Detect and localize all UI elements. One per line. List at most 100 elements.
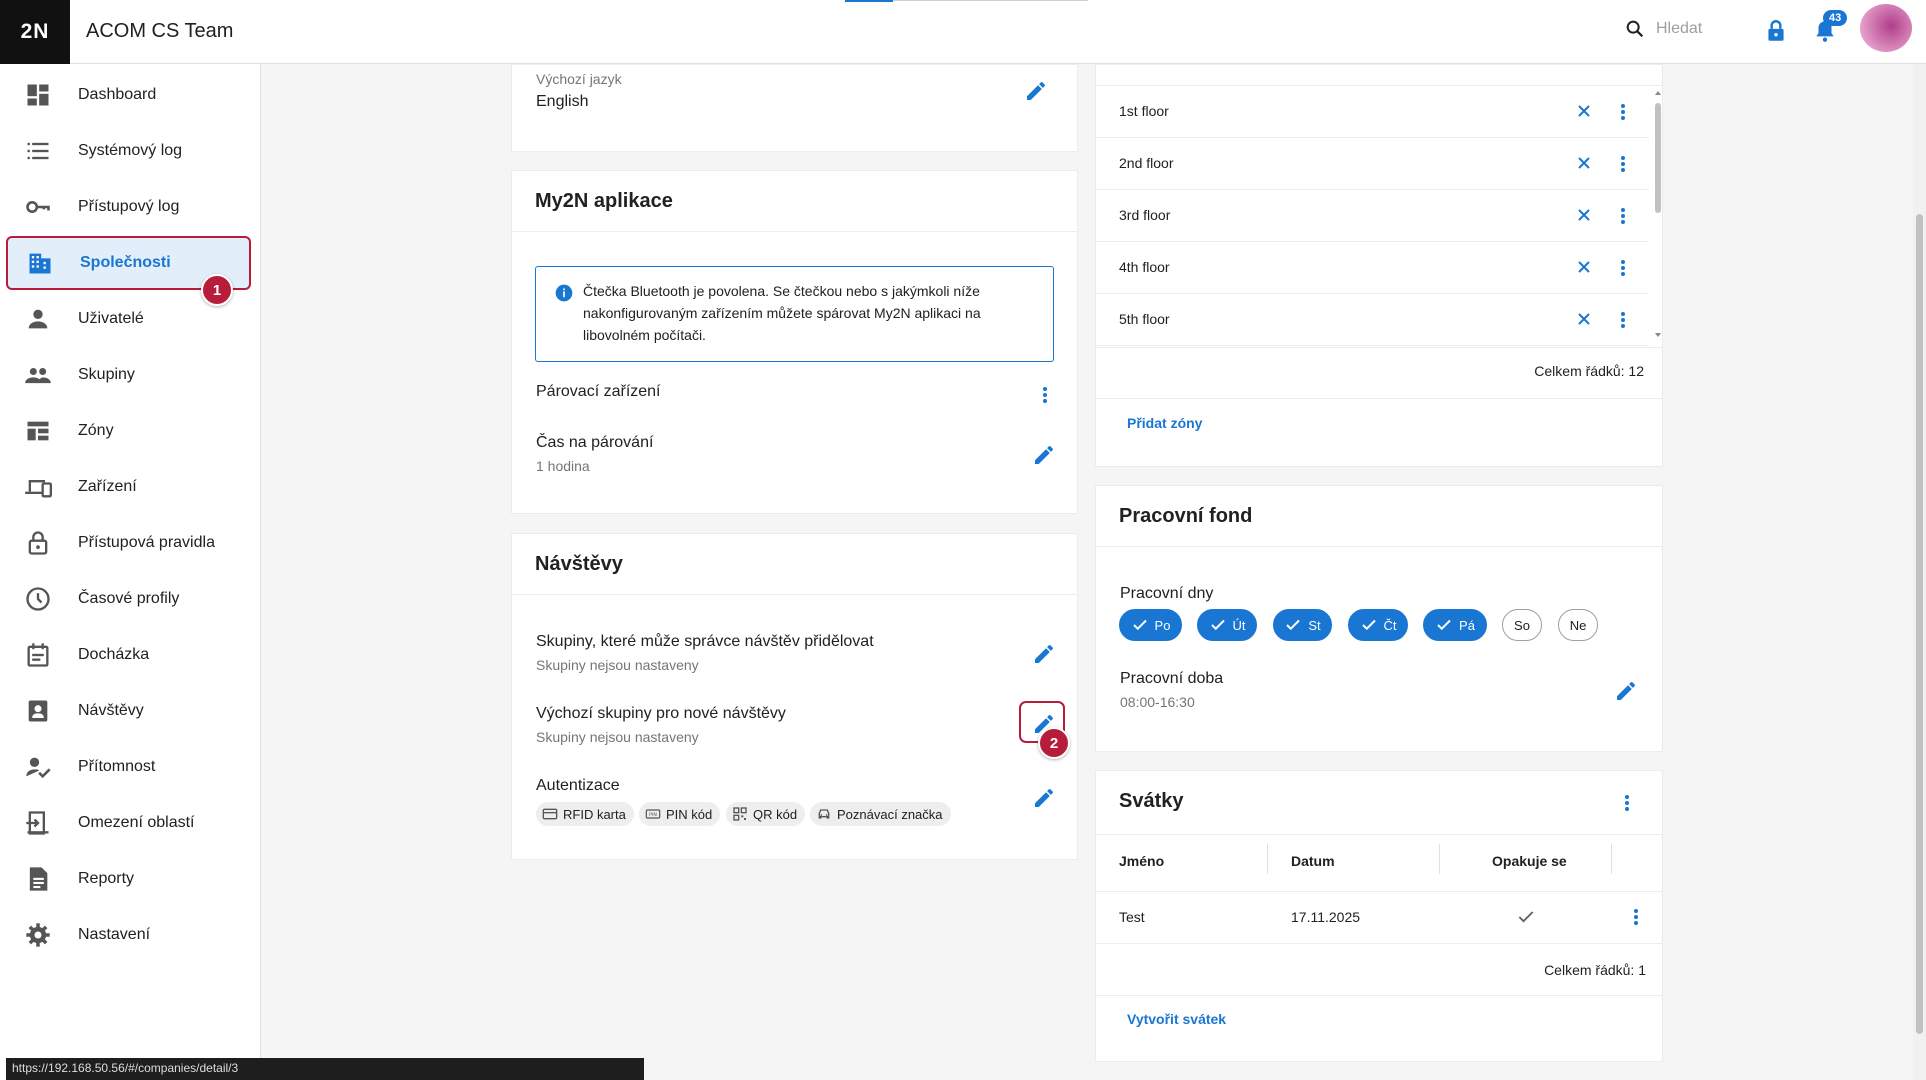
day-label: St	[1308, 617, 1321, 633]
day-chip-wed[interactable]: St	[1273, 609, 1332, 641]
list-icon	[27, 142, 49, 160]
sidebar-item-devices[interactable]: Zařízení	[6, 460, 251, 514]
row-menu-icon[interactable]	[1618, 204, 1628, 228]
divider	[1096, 995, 1662, 996]
holidays-title: Svátky	[1119, 790, 1184, 812]
sidebar-item-label: Zařízení	[78, 478, 137, 495]
edit-visit-groups-button[interactable]	[1032, 642, 1060, 670]
sidebar-item-system-log[interactable]: Systémový log	[6, 124, 251, 178]
day-label: Pá	[1459, 617, 1475, 633]
sidebar: Dashboard Systémový log Přístupový log S…	[0, 64, 261, 1080]
close-icon[interactable]	[1574, 309, 1594, 329]
report-icon	[29, 867, 48, 891]
close-icon[interactable]	[1574, 257, 1594, 277]
day-chip-tue[interactable]: Út	[1197, 609, 1257, 641]
devices-icon	[25, 480, 52, 498]
sidebar-item-area-limits[interactable]: Omezení oblastí	[6, 796, 251, 850]
row-menu-icon[interactable]	[1618, 256, 1628, 280]
search-field[interactable]: Hledat	[1624, 18, 1702, 40]
auth-chip-rfid: RFID karta	[536, 802, 634, 826]
pairing-devices-label: Párovací zařízení	[536, 383, 661, 400]
chip-label: QR kód	[753, 806, 798, 822]
check-icon	[1518, 911, 1534, 923]
day-chip-sat[interactable]: So	[1502, 609, 1542, 641]
sidebar-item-settings[interactable]: Nastavení	[6, 908, 251, 962]
sidebar-item-reports[interactable]: Reporty	[6, 852, 251, 906]
close-icon[interactable]	[1574, 101, 1594, 121]
app-logo[interactable]: 2N	[0, 0, 70, 64]
divider	[1096, 943, 1662, 944]
edit-work-hours-button[interactable]	[1614, 679, 1642, 707]
column-header-repeats[interactable]: Opakuje se	[1492, 853, 1567, 869]
sidebar-item-groups[interactable]: Skupiny	[6, 348, 251, 402]
column-header-date[interactable]: Datum	[1291, 853, 1335, 869]
table-row[interactable]: 3rd floor	[1096, 190, 1649, 242]
zone-name: 3rd floor	[1119, 207, 1171, 223]
table-row[interactable]: 5th floor	[1096, 294, 1649, 346]
chip-label: PIN kód	[666, 806, 713, 822]
day-chip-sun[interactable]: Ne	[1558, 609, 1598, 641]
avatar[interactable]	[1860, 4, 1912, 52]
language-card: Výchozí jazyk English	[511, 64, 1078, 152]
sidebar-item-dashboard[interactable]: Dashboard	[6, 68, 251, 122]
column-separator	[1267, 844, 1268, 874]
table-row[interactable]: 4th floor	[1096, 242, 1649, 294]
divider	[1096, 891, 1662, 892]
divider	[512, 231, 1077, 232]
sidebar-item-attendance[interactable]: Docházka	[6, 628, 251, 682]
tab-indicator	[845, 0, 893, 2]
language-value: English	[536, 93, 589, 110]
edit-language-button[interactable]	[1024, 79, 1052, 107]
row-menu-icon[interactable]	[1618, 152, 1628, 176]
close-icon[interactable]	[1574, 153, 1594, 173]
zones-scrollbar[interactable]	[1654, 85, 1662, 337]
close-icon[interactable]	[1574, 205, 1594, 225]
visits-card: Návštěvy Skupiny, které může správce náv…	[511, 533, 1078, 860]
check-icon	[1286, 619, 1301, 631]
zone-name: 4th floor	[1119, 259, 1170, 275]
day-chip-fri[interactable]: Pá	[1423, 609, 1487, 641]
day-chip-thu[interactable]: Čt	[1348, 609, 1408, 641]
scrollbar-thumb[interactable]	[1916, 214, 1923, 1034]
add-zones-link[interactable]: Přidat zóny	[1127, 415, 1202, 431]
sidebar-item-time-profiles[interactable]: Časové profily	[6, 572, 251, 626]
scroll-down-icon[interactable]	[1654, 331, 1662, 339]
lock-icon	[1768, 20, 1784, 41]
sidebar-item-label: Skupiny	[78, 366, 135, 383]
pairing-devices-menu-icon[interactable]	[1040, 383, 1050, 407]
scrollbar-thumb[interactable]	[1655, 103, 1661, 213]
check-icon	[1361, 619, 1376, 631]
scroll-up-icon[interactable]	[1654, 89, 1662, 97]
holiday-row-menu-icon[interactable]	[1631, 905, 1641, 929]
pencil-icon	[1617, 681, 1635, 700]
notification-badge: 43	[1823, 10, 1848, 26]
holiday-date-cell: 17.11.2025	[1291, 909, 1361, 925]
day-chip-mon[interactable]: Po	[1119, 609, 1182, 641]
qr-code-icon	[733, 807, 747, 821]
lock-button[interactable]	[1763, 18, 1789, 44]
table-row[interactable]: 2nd floor	[1096, 138, 1649, 190]
column-header-name[interactable]: Jméno	[1119, 853, 1164, 869]
divider	[1096, 546, 1662, 547]
zone-name: 2nd floor	[1119, 155, 1174, 171]
sidebar-item-presence[interactable]: Přítomnost	[6, 740, 251, 794]
pin-icon: PIN	[645, 809, 661, 819]
person-icon	[28, 309, 48, 329]
row-menu-icon[interactable]	[1618, 308, 1628, 332]
holidays-menu-icon[interactable]	[1622, 791, 1632, 815]
sidebar-item-visits[interactable]: Návštěvy	[6, 684, 251, 738]
sidebar-item-label: Nastavení	[78, 926, 151, 943]
check-icon	[1210, 619, 1225, 631]
pencil-icon	[1027, 81, 1045, 100]
edit-pairing-time-button[interactable]	[1032, 443, 1060, 471]
status-url: https://192.168.50.56/#/companies/detail…	[6, 1058, 644, 1080]
edit-auth-button[interactable]	[1032, 786, 1060, 814]
table-row[interactable]: 1st floor	[1096, 86, 1649, 138]
row-menu-icon[interactable]	[1618, 100, 1628, 124]
sidebar-item-zones[interactable]: Zóny	[6, 404, 251, 458]
zone-name: 5th floor	[1119, 311, 1170, 327]
sidebar-item-access-rules[interactable]: Přístupová pravidla	[6, 516, 251, 570]
page-scrollbar[interactable]	[1913, 64, 1926, 1080]
create-holiday-link[interactable]: Vytvořit svátek	[1127, 1011, 1226, 1027]
sidebar-item-access-log[interactable]: Přístupový log	[6, 180, 251, 234]
